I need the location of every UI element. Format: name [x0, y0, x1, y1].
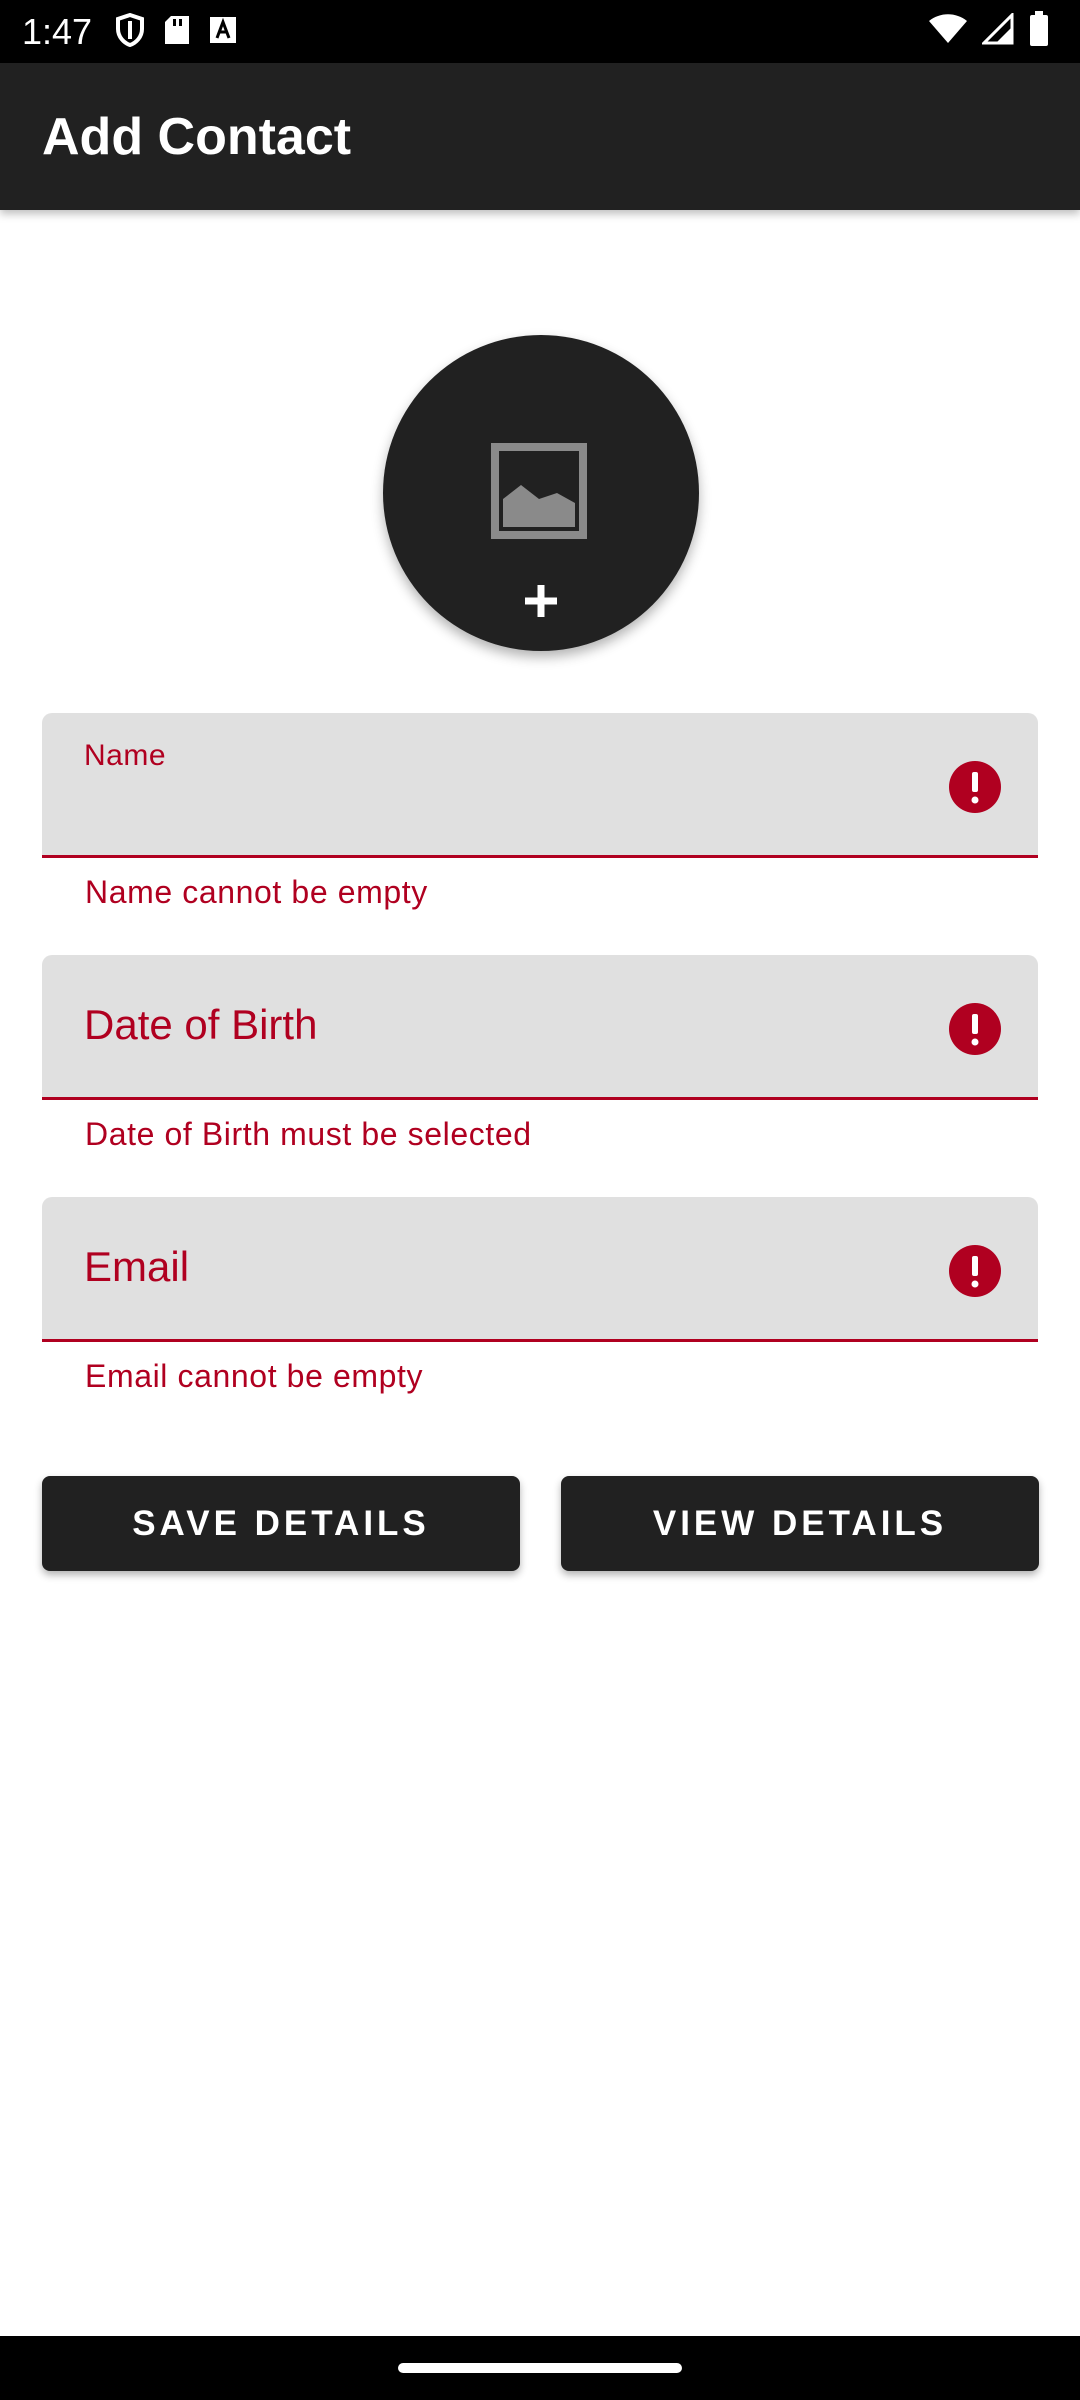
image-icon: [491, 443, 587, 539]
email-field[interactable]: Email: [42, 1197, 1038, 1342]
error-icon: [948, 1002, 1002, 1056]
font-icon: [209, 16, 237, 49]
email-field-label: Email: [84, 1243, 190, 1290]
name-error-text: Name cannot be empty: [85, 874, 428, 910]
sd-card-icon: [163, 14, 191, 51]
date-of-birth-error-text: Date of Birth must be selected: [85, 1116, 532, 1152]
shield-icon: [115, 12, 145, 52]
error-icon: [948, 760, 1002, 814]
status-time: 1:47: [22, 11, 93, 52]
plus-icon: [519, 579, 563, 623]
date-of-birth-field-label: Date of Birth: [84, 1001, 318, 1048]
status-bar: 1:47: [0, 0, 1080, 63]
battery-icon: [1028, 10, 1050, 52]
home-handle[interactable]: [398, 2363, 682, 2373]
name-field-label: Name: [84, 739, 167, 772]
avatar-picker[interactable]: [383, 335, 699, 651]
page-title: Add Contact: [42, 108, 352, 166]
app-bar: Add Contact: [0, 63, 1080, 210]
save-details-button[interactable]: SAVE DETAILS: [42, 1476, 520, 1571]
navigation-bar: [0, 2336, 1080, 2400]
view-details-button[interactable]: VIEW DETAILS: [561, 1476, 1039, 1571]
name-field[interactable]: Name: [42, 713, 1038, 858]
date-of-birth-field[interactable]: Date of Birth: [42, 955, 1038, 1100]
wifi-icon: [928, 13, 968, 50]
email-error-text: Email cannot be empty: [85, 1358, 424, 1394]
cell-signal-icon: [980, 10, 1014, 50]
error-icon: [948, 1244, 1002, 1298]
